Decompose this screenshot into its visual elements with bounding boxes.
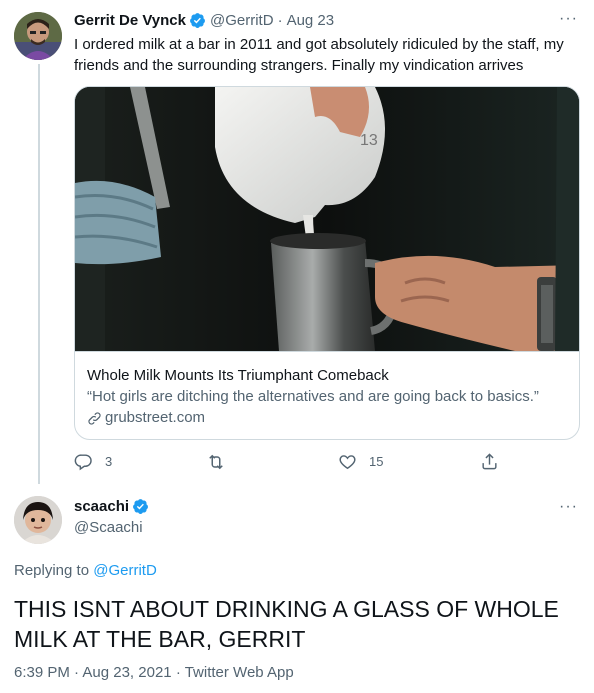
tweet-text: I ordered milk at a bar in 2011 and got … xyxy=(74,36,564,74)
retweet-icon xyxy=(209,454,223,470)
link-preview-card[interactable]: 13 Whole Milk Mounts Its Triumphant Come… xyxy=(74,86,580,440)
replying-prefix: Replying to xyxy=(14,562,90,579)
verified-badge-icon xyxy=(190,13,205,28)
more-options-icon[interactable]: ··· xyxy=(559,10,578,28)
heart-icon xyxy=(339,455,356,470)
tweet-time[interactable]: 6:39 PM xyxy=(14,664,70,681)
like-button[interactable]: 15 xyxy=(338,452,383,471)
card-title: Whole Milk Mounts Its Triumphant Comebac… xyxy=(87,367,389,384)
card-description: “Hot girls are ditching the alternatives… xyxy=(87,388,539,405)
milk-pour-photo-icon: 13 xyxy=(75,87,579,351)
reply-button[interactable]: 3 xyxy=(74,452,112,471)
verified-badge-icon xyxy=(133,499,148,514)
display-name[interactable]: Gerrit De Vynck xyxy=(74,12,186,29)
thread-connector-line xyxy=(38,64,40,484)
card-body: Whole Milk Mounts Its Triumphant Comebac… xyxy=(75,351,579,428)
share-button[interactable] xyxy=(480,452,511,471)
separator-dot: · xyxy=(175,664,181,681)
card-domain-text: grubstreet.com xyxy=(105,409,206,426)
tweet-date[interactable]: Aug 23, 2021 xyxy=(82,664,171,681)
avatar[interactable] xyxy=(14,496,62,544)
svg-text:13: 13 xyxy=(360,132,378,149)
separator-dot: · xyxy=(74,664,80,681)
tweet-header: Gerrit De Vynck @GerritD · Aug 23 xyxy=(74,12,334,29)
card-domain: grubstreet.com xyxy=(87,408,567,428)
more-options-icon[interactable]: ··· xyxy=(559,498,578,516)
avatar[interactable] xyxy=(14,12,62,60)
reply-mention-link[interactable]: @GerritD xyxy=(93,562,157,579)
reply-icon xyxy=(74,454,92,471)
avatar-photo-icon xyxy=(14,12,62,60)
link-icon xyxy=(88,411,101,425)
tweet-metadata: 6:39 PM · Aug 23, 2021 · Twitter Web App xyxy=(14,664,294,681)
like-count: 15 xyxy=(369,454,384,469)
user-handle[interactable]: @GerritD xyxy=(210,12,274,29)
source-app-link[interactable]: Twitter Web App xyxy=(185,664,294,681)
replying-to: Replying to @GerritD xyxy=(14,562,157,579)
reply-count: 3 xyxy=(105,454,113,469)
display-name[interactable]: scaachi xyxy=(74,498,129,515)
retweet-button[interactable] xyxy=(206,452,238,472)
share-icon xyxy=(482,453,497,470)
tweet-date[interactable]: Aug 23 xyxy=(287,12,335,29)
tweet-header: scaachi xyxy=(74,498,153,515)
card-image: 13 xyxy=(75,87,579,351)
separator-dot: · xyxy=(277,12,283,29)
tweet-actions: 3 15 xyxy=(74,452,504,476)
tweet-text: THIS ISNT ABOUT DRINKING A GLASS OF WHOL… xyxy=(14,596,559,652)
user-handle[interactable]: @Scaachi xyxy=(74,519,143,536)
avatar-photo-icon xyxy=(14,496,62,544)
